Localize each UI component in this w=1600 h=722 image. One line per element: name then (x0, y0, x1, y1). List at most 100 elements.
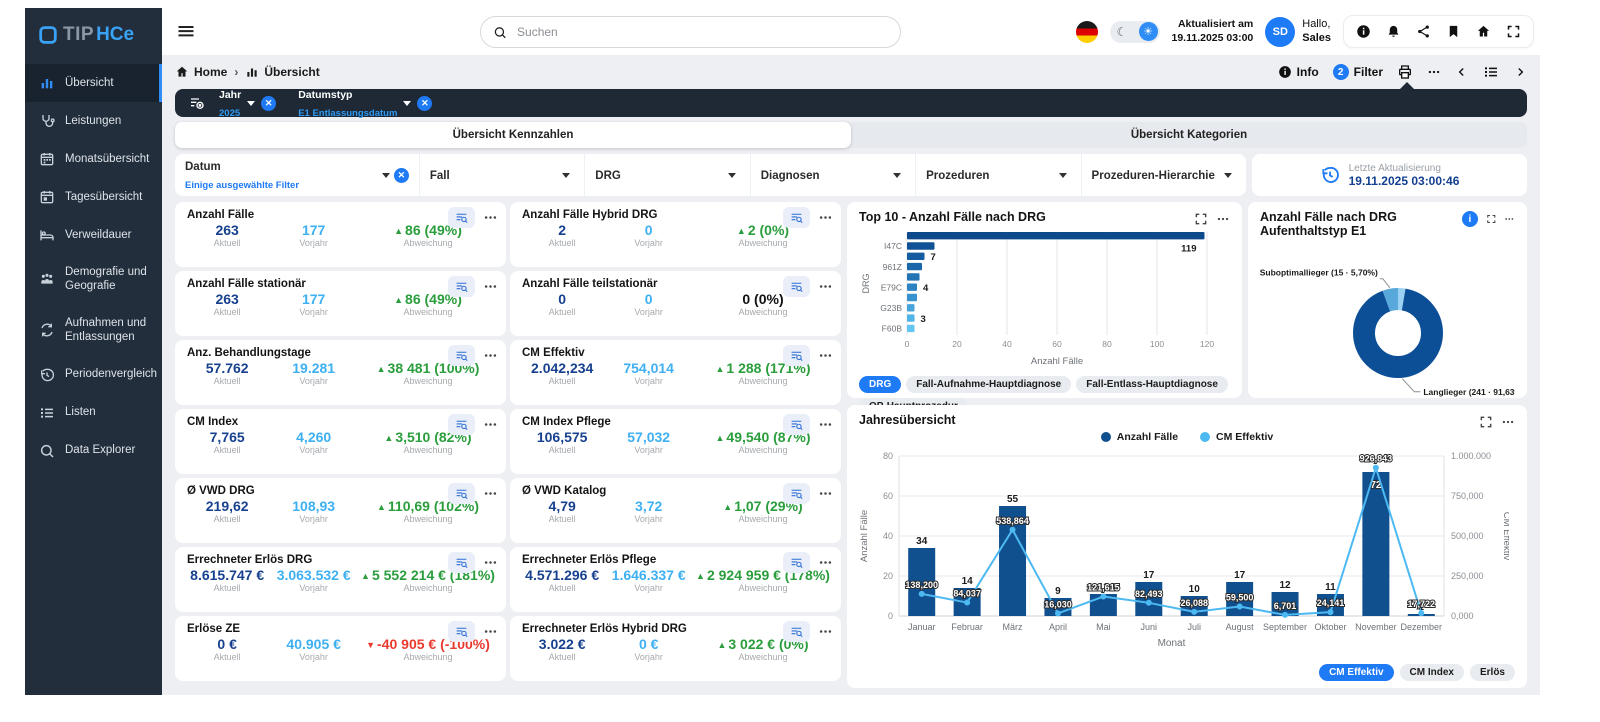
card-menu-button[interactable] (818, 417, 833, 432)
more-options-button[interactable] (1427, 65, 1441, 79)
dots-icon[interactable] (1216, 212, 1230, 226)
page-list-button[interactable] (1483, 64, 1499, 80)
filter-dropdown-diagnosen[interactable]: Diagnosen (749, 154, 915, 196)
dots-icon[interactable] (1501, 415, 1515, 429)
avatar[interactable]: SD (1265, 16, 1296, 47)
clear-filter-icon[interactable]: ✕ (393, 167, 409, 183)
detail-table-button[interactable] (448, 276, 475, 297)
detail-table-button[interactable] (783, 552, 810, 573)
detail-table-button[interactable] (448, 552, 475, 573)
chevron-down-icon (247, 100, 256, 106)
card-menu-button[interactable] (483, 486, 498, 501)
theme-toggle[interactable]: ☾ ☀ (1109, 20, 1160, 43)
detail-table-button[interactable] (448, 414, 475, 435)
detail-table-button[interactable] (783, 345, 810, 366)
share-icon[interactable] (1416, 24, 1431, 39)
sidebar-item-tages-bersicht[interactable]: Tagesübersicht (25, 178, 162, 216)
search-input[interactable] (515, 24, 888, 40)
fullscreen-icon[interactable] (1506, 24, 1521, 39)
filter-dropdowns: Datum Einige ausgewählte Filter ✕ Fall DRG Di… (175, 154, 1246, 196)
expand-icon[interactable] (1479, 415, 1493, 429)
legend-item[interactable]: CM Effektiv (1200, 431, 1273, 443)
detail-icon (791, 627, 803, 638)
clear-filters-button[interactable] (185, 93, 209, 113)
dots-icon[interactable] (1504, 212, 1515, 226)
card-menu-button[interactable] (483, 279, 498, 294)
sidebar-item-listen[interactable]: Listen (25, 394, 162, 432)
metric-button-cm-index[interactable]: CM Index (1399, 664, 1464, 681)
filter-dropdown-prozeduren[interactable]: Prozeduren (915, 154, 1080, 196)
sidebar-item-verweildauer[interactable]: Verweildauer (25, 216, 162, 254)
filter-button[interactable]: 2 Filter (1332, 64, 1383, 80)
kpi-card-cm-index-pflege: CM Index Pflege 106,575 Aktuell 57,032 Vorja… (510, 409, 841, 474)
info-icon[interactable]: i (1461, 211, 1478, 227)
card-menu-button[interactable] (818, 486, 833, 501)
filter-dropdown-fall[interactable]: Fall (418, 154, 584, 196)
filter-chip-jahr[interactable]: Jahr 2025 ✕ (219, 85, 277, 122)
svg-text:961Z: 961Z (883, 262, 902, 272)
next-page-button[interactable] (1513, 65, 1527, 79)
filter-dropdown-datum[interactable]: Datum Einige ausgewählte Filter ✕ (175, 154, 419, 196)
detail-table-button[interactable] (783, 276, 810, 297)
info-icon[interactable] (1356, 24, 1371, 39)
sidebar-item-aufnahmen-und-entlassungen[interactable]: Aufnahmen und Entlassungen (25, 305, 162, 356)
tab-uebersicht-kennzahlen[interactable]: Übersicht Kennzahlen (175, 122, 851, 148)
card-menu-button[interactable] (818, 555, 833, 570)
detail-table-button[interactable] (783, 621, 810, 642)
chart-title: Jahresübersicht (859, 413, 956, 427)
sidebar-item-demografie-und-geografie[interactable]: Demografie und Geografie (25, 254, 162, 305)
remove-filter-icon[interactable]: ✕ (417, 95, 433, 111)
card-menu-button[interactable] (818, 210, 833, 225)
prev-page-button[interactable] (1455, 65, 1469, 79)
detail-table-button[interactable] (783, 414, 810, 435)
card-menu-button[interactable] (818, 348, 833, 363)
svg-text:Januar: Januar (908, 622, 936, 632)
card-menu-button[interactable] (483, 210, 498, 225)
sidebar-item-data-explorer[interactable]: Data Explorer (25, 432, 162, 470)
detail-table-button[interactable] (448, 345, 475, 366)
category-button-fall-aufnahme-hauptdiagnose[interactable]: Fall-Aufnahme-Hauptdiagnose (906, 376, 1072, 393)
menu-toggle-button[interactable] (176, 22, 196, 42)
detail-table-button[interactable] (448, 207, 475, 228)
remove-filter-icon[interactable]: ✕ (261, 95, 277, 111)
breadcrumb-current[interactable]: Übersicht (245, 65, 320, 79)
kpi-card-anzahl-f-lle: Anzahl Fälle 263 Aktuell 177 Vorjahr ▲ 86 (49%… (175, 202, 506, 267)
filter-dropdown-prozeduren-hierarchie[interactable]: Prozeduren-Hierarchie (1080, 154, 1246, 196)
card-menu-button[interactable] (818, 279, 833, 294)
home-icon[interactable] (1476, 24, 1491, 39)
expand-icon[interactable] (1486, 212, 1497, 226)
card-menu-button[interactable] (483, 624, 498, 639)
detail-table-button[interactable] (448, 483, 475, 504)
sidebar-item-monats-bersicht[interactable]: Monatsübersicht (25, 140, 162, 178)
sidebar-item--bersicht[interactable]: Übersicht (25, 64, 162, 102)
detail-table-button[interactable] (783, 207, 810, 228)
card-menu-button[interactable] (818, 624, 833, 639)
detail-icon (791, 213, 803, 224)
filter-chip-datumstyp[interactable]: Datumstyp E1 Entlassungsdatum ✕ (298, 85, 433, 122)
sidebar-item-leistungen[interactable]: Leistungen (25, 102, 162, 140)
sidebar-item-periodenvergleich[interactable]: Periodenvergleich (25, 356, 162, 394)
category-button-fall-entlass-hauptdiagnose[interactable]: Fall-Entlass-Hauptdiagnose (1076, 376, 1228, 393)
card-menu-button[interactable] (483, 417, 498, 432)
filter-dropdown-drg[interactable]: DRG (584, 154, 749, 196)
card-menu-button[interactable] (483, 348, 498, 363)
detail-table-button[interactable] (448, 621, 475, 642)
bookmark-icon[interactable] (1446, 24, 1461, 39)
language-flag-de[interactable] (1075, 20, 1098, 43)
notifications-bell-icon[interactable] (1386, 24, 1401, 39)
print-button[interactable] (1397, 64, 1413, 80)
tab-uebersicht-kategorien[interactable]: Übersicht Kategorien (851, 122, 1527, 148)
info-button[interactable]: Info (1278, 65, 1319, 79)
detail-table-button[interactable] (783, 483, 810, 504)
metric-button-erl-s[interactable]: Erlös (1469, 664, 1515, 681)
legend-item[interactable]: Anzahl Fälle (1100, 431, 1178, 443)
logo-text-tip: TIP (63, 24, 95, 45)
category-button-drg[interactable]: DRG (859, 376, 902, 393)
card-menu-button[interactable] (483, 555, 498, 570)
expand-icon[interactable] (1194, 212, 1208, 226)
chevron-right-icon (1518, 68, 1524, 76)
svg-text:20: 20 (952, 339, 962, 349)
metric-button-cm-effektiv[interactable]: CM Effektiv (1319, 664, 1394, 681)
breadcrumb-home[interactable]: Home (175, 65, 227, 79)
last-update-label: Letzte Aktualisierung (1348, 162, 1441, 174)
